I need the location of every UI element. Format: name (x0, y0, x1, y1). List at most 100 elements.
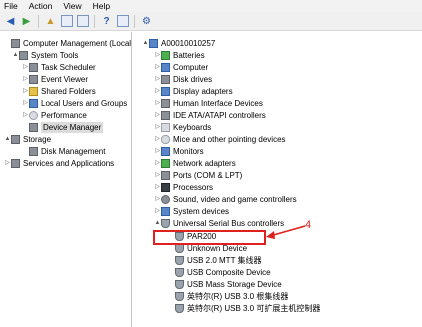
task-scheduler-icon (29, 63, 38, 72)
tree-item-performance[interactable]: ▷ Performance (22, 110, 87, 121)
back-arrow-icon[interactable]: ◀ (4, 15, 17, 28)
expand-arrow-icon[interactable]: ▷ (154, 170, 161, 181)
tree-item-computer-management[interactable]: Computer Management (Local (4, 38, 131, 49)
expand-arrow-icon[interactable]: ▷ (154, 134, 161, 145)
toolbar: ◀ ▶ ▲ ? ⚙ (0, 12, 422, 31)
hid-icon (161, 99, 170, 108)
network-adapter-icon (161, 159, 170, 168)
menu-action[interactable]: Action (29, 0, 53, 12)
device-category-display-adapters[interactable]: ▷ Display adapters (154, 86, 233, 97)
expand-arrow-icon[interactable]: ▷ (22, 86, 29, 97)
collapse-arrow-icon[interactable]: ▲ (142, 38, 149, 49)
tree-item-disk-management[interactable]: Disk Management (22, 146, 105, 157)
device-category-keyboards[interactable]: ▷ Keyboards (154, 122, 211, 133)
device-category-mice[interactable]: ▷ Mice and other pointing devices (154, 134, 286, 145)
up-folder-icon[interactable]: ▲ (44, 15, 57, 28)
speaker-icon (161, 195, 170, 204)
port-icon (161, 171, 170, 180)
system-device-icon (161, 207, 170, 216)
usb-device-mass-storage[interactable]: USB Mass Storage Device (175, 279, 282, 290)
expand-arrow-icon[interactable]: ▷ (154, 110, 161, 121)
tree-item-shared-folders[interactable]: ▷ Shared Folders (22, 86, 96, 97)
expand-arrow-icon[interactable]: ▷ (4, 158, 11, 169)
expand-arrow-icon[interactable]: ▷ (22, 98, 29, 109)
device-category-sound[interactable]: ▷ Sound, video and game controllers (154, 194, 297, 205)
forward-arrow-icon[interactable]: ▶ (20, 15, 33, 28)
show-hide-tree-icon[interactable] (60, 15, 73, 28)
device-category-hid[interactable]: ▷ Human Interface Devices (154, 98, 263, 109)
mouse-icon (161, 135, 170, 144)
collapse-arrow-icon[interactable]: ▲ (4, 134, 11, 145)
scan-hardware-icon[interactable]: ⚙ (140, 15, 153, 28)
tree-item-device-manager[interactable]: Device Manager (22, 122, 104, 133)
device-category-ide[interactable]: ▷ IDE ATA/ATAPI controllers (154, 110, 266, 121)
expand-arrow-icon[interactable]: ▷ (22, 110, 29, 121)
performance-icon (29, 111, 38, 120)
usb-icon (175, 244, 184, 253)
usb-icon (175, 280, 184, 289)
computer-icon (161, 63, 170, 72)
toolbar-separator (94, 14, 95, 28)
expand-arrow-icon[interactable]: ▷ (22, 74, 29, 85)
usb-device-root-hub[interactable]: 英特尔(R) USB 3.0 根集线器 (175, 291, 288, 302)
expand-arrow-icon[interactable]: ▷ (154, 62, 161, 73)
device-tree-root[interactable]: ▲ A00010010257 (142, 38, 215, 49)
device-manager-icon (29, 123, 38, 132)
usb-icon (175, 304, 184, 313)
usb-icon (175, 268, 184, 277)
expand-arrow-icon[interactable]: ▷ (154, 182, 161, 193)
expand-arrow-icon[interactable]: ▷ (154, 194, 161, 205)
disk-management-icon (29, 147, 38, 156)
storage-icon (11, 135, 20, 144)
menu-view[interactable]: View (63, 0, 81, 12)
usb-device-composite[interactable]: USB Composite Device (175, 267, 271, 278)
expand-arrow-icon[interactable]: ▷ (154, 86, 161, 97)
expand-arrow-icon[interactable]: ▷ (154, 158, 161, 169)
usb-device-host-controller[interactable]: 英特尔(R) USB 3.0 可扩展主机控制器 (175, 303, 320, 314)
console-tree-pane: Computer Management (Local ▲ System Tool… (0, 32, 132, 327)
device-tree-pane: ▲ A00010010257 ▷ Batteries ▷ Computer ▷ … (133, 32, 422, 327)
expand-arrow-icon[interactable]: ▷ (154, 74, 161, 85)
tree-item-system-tools[interactable]: ▲ System Tools (12, 50, 78, 61)
device-category-disk-drives[interactable]: ▷ Disk drives (154, 74, 212, 85)
expand-arrow-icon[interactable]: ▷ (22, 62, 29, 73)
device-category-monitors[interactable]: ▷ Monitors (154, 146, 204, 157)
expand-arrow-icon[interactable]: ▷ (154, 98, 161, 109)
computer-icon (149, 39, 158, 48)
properties-icon[interactable] (76, 15, 89, 28)
services-icon (11, 159, 20, 168)
menu-help[interactable]: Help (93, 0, 110, 12)
menu-file[interactable]: File (4, 0, 18, 12)
system-tools-icon (19, 51, 28, 60)
tree-item-task-scheduler[interactable]: ▷ Task Scheduler (22, 62, 96, 73)
usb-device-mtt-hub[interactable]: USB 2.0 MTT 集线器 (175, 255, 262, 266)
toolbar-separator (134, 14, 135, 28)
shared-folders-icon (29, 87, 38, 96)
help-icon[interactable]: ? (100, 15, 113, 28)
battery-icon (161, 51, 170, 60)
device-category-batteries[interactable]: ▷ Batteries (154, 50, 205, 61)
device-category-network-adapters[interactable]: ▷ Network adapters (154, 158, 236, 169)
collapse-arrow-icon[interactable]: ▲ (12, 50, 19, 61)
usb-icon (175, 256, 184, 265)
monitor-icon (161, 147, 170, 156)
display-adapter-icon (161, 87, 170, 96)
device-category-processors[interactable]: ▷ Processors (154, 182, 213, 193)
device-category-ports[interactable]: ▷ Ports (COM & LPT) (154, 170, 242, 181)
collapse-arrow-icon[interactable]: ▲ (154, 218, 161, 229)
expand-arrow-icon[interactable]: ▷ (154, 206, 161, 217)
disk-drive-icon (161, 75, 170, 84)
view-icon[interactable] (116, 15, 129, 28)
tree-item-storage[interactable]: ▲ Storage (4, 134, 51, 145)
toolbar-separator (38, 14, 39, 28)
expand-arrow-icon[interactable]: ▷ (154, 146, 161, 157)
expand-arrow-icon[interactable]: ▷ (154, 50, 161, 61)
tree-item-local-users[interactable]: ▷ Local Users and Groups (22, 98, 127, 109)
par200-highlight-box (153, 230, 266, 245)
tree-item-services-applications[interactable]: ▷ Services and Applications (4, 158, 114, 169)
device-category-computer[interactable]: ▷ Computer (154, 62, 208, 73)
usb-icon (175, 292, 184, 301)
expand-arrow-icon[interactable]: ▷ (154, 122, 161, 133)
tree-item-event-viewer[interactable]: ▷ Event Viewer (22, 74, 88, 85)
device-category-system-devices[interactable]: ▷ System devices (154, 206, 229, 217)
